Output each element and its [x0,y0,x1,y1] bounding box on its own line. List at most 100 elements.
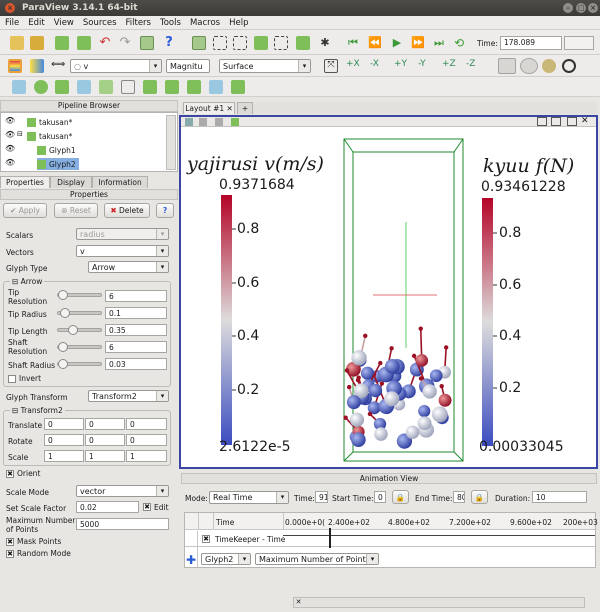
scale-x-field[interactable]: 1 [44,450,84,462]
pipeline-item[interactable]: 👁 ⊟ takusan* [3,130,163,142]
animation-source-combo[interactable]: Glyph2 ▾ [201,553,251,565]
shaft-radius-field[interactable]: 0.03 [105,358,167,370]
tab-properties[interactable]: Properties [0,176,50,188]
pipeline-item[interactable]: 👁 Glyph1 [3,144,163,156]
menu-macros[interactable]: Macros [185,16,224,28]
menu-filters[interactable]: Filters [121,16,155,28]
slider-handle[interactable] [60,308,70,318]
edit-scale-checkbox[interactable]: ✖ [143,503,151,511]
maximize-icon[interactable]: □ [576,3,586,13]
view-minus-x-icon[interactable]: -X [370,59,384,73]
scale-z-field[interactable]: 1 [126,450,167,462]
random-mode-checkbox[interactable]: ✖ [6,550,14,558]
close-icon[interactable]: ✕ [294,598,303,607]
extract-subset-icon[interactable] [121,80,135,94]
invert-checkbox[interactable] [8,375,16,383]
redo-icon[interactable]: ↷ [118,36,132,50]
color-array-combo[interactable]: ○ v ▾ [70,59,162,73]
help-icon[interactable]: ? [162,35,176,50]
rescale-range-icon[interactable]: ⟺ [51,59,65,73]
camera-view-icon[interactable] [231,118,239,126]
menu-view[interactable]: View [49,16,78,28]
threshold-icon[interactable] [99,80,113,94]
close-view-icon[interactable]: ✕ [581,116,589,126]
close-tab-icon[interactable]: ✕ [227,104,233,113]
eye-icon[interactable]: 👁 [5,144,15,153]
minimize-icon[interactable]: – [563,3,573,13]
add-layout-tab[interactable]: + [237,102,253,114]
vectors-combo[interactable]: v ▾ [76,245,169,257]
pick-center-icon[interactable]: ✱ [318,36,332,50]
menu-help[interactable]: Help [224,16,252,28]
capture-view-icon[interactable] [185,118,193,126]
select-points-icon[interactable] [233,36,247,50]
select-cells-icon[interactable] [213,36,227,50]
reset-range-icon[interactable] [30,59,44,73]
menu-file[interactable]: File [0,16,23,28]
stream-tracer-icon[interactable] [165,80,179,94]
menu-sources[interactable]: Sources [78,16,121,28]
extract-level-icon[interactable] [231,80,245,94]
pick-center-rotation-icon[interactable] [542,59,556,73]
glyph-transform-combo[interactable]: Transform2 ▾ [88,390,169,402]
animation-property-combo[interactable]: Maximum Number of Points ▾ [255,553,379,565]
next-frame-icon[interactable]: ⏩ [411,36,425,50]
warp-icon[interactable] [187,80,201,94]
eye-icon[interactable]: 👁 [5,116,15,125]
duration-field[interactable]: 10 [532,491,587,503]
lock-end-time-icon[interactable]: 🔒 [471,490,488,504]
apply-button[interactable]: ✔ Apply [3,203,47,218]
shaft-radius-slider[interactable] [57,359,102,369]
time-index-spinbox[interactable] [564,36,594,50]
component-combo[interactable]: Magnitu [166,59,210,73]
time-cursor[interactable] [329,528,331,548]
translate-y-field[interactable]: 0 [85,418,125,430]
end-time-field[interactable]: 80 [453,491,465,503]
maximize-view-icon[interactable] [567,117,577,126]
slider-handle[interactable] [68,325,78,335]
pipeline-scrollbar[interactable] [166,115,176,170]
center-axes-icon[interactable] [520,58,538,74]
pipeline-item[interactable]: 👁 takusan* [3,116,163,128]
help-button[interactable]: ? [156,203,174,218]
view-plus-y-icon[interactable]: +Y [394,59,408,73]
scalars-combo[interactable]: radius ▾ [76,228,169,240]
open-folder-icon[interactable] [30,36,44,50]
orientation-axes-icon[interactable] [498,58,516,74]
slice-icon[interactable] [77,80,91,94]
rotate-x-field[interactable]: 0 [44,434,84,446]
calculator-icon[interactable] [12,80,26,94]
orient-checkbox[interactable]: ✖ [6,470,14,478]
representation-combo[interactable]: Surface ▾ [219,59,311,73]
pipeline-item-selected[interactable]: 👁 Glyph2 [3,158,163,170]
timekeeper-checkbox[interactable]: ✖ [202,535,210,543]
start-time-field[interactable]: 0 [374,491,386,503]
animation-mode-combo[interactable]: Real Time ▾ [209,491,289,504]
max-points-field[interactable]: 5000 [76,518,169,530]
tip-radius-slider[interactable] [57,308,102,318]
undo-icon[interactable]: ↶ [98,36,112,50]
view-plus-z-icon[interactable]: +Z [442,59,456,73]
slider-handle[interactable] [58,342,68,352]
menu-edit[interactable]: Edit [23,16,48,28]
clip-icon[interactable] [55,80,69,94]
close-window-icon[interactable]: × [588,3,598,13]
view-plus-x-icon[interactable]: +X [346,59,360,73]
last-frame-icon[interactable]: ⏭ [432,36,446,50]
slider-handle[interactable] [58,359,68,369]
scale-mode-combo[interactable]: vector ▾ [76,485,169,497]
delete-button[interactable]: ✖ Delete [104,203,150,218]
glyph-icon[interactable] [143,80,157,94]
group-icon[interactable] [209,80,223,94]
eye-icon[interactable]: 👁 [5,158,15,167]
split-horizontal-icon[interactable] [537,117,547,126]
contour-icon[interactable] [34,80,48,94]
menu-tools[interactable]: Tools [155,16,185,28]
animation-time-field[interactable]: 91 [315,491,328,503]
select-points-through-icon[interactable] [296,36,310,50]
reset-camera-icon[interactable]: ⤧ [324,59,338,73]
translate-x-field[interactable]: 0 [44,418,84,430]
tip-length-field[interactable]: 0.35 [105,324,167,336]
collapse-icon[interactable]: ⊟ [17,130,23,138]
play-icon[interactable]: ▶ [390,36,404,50]
